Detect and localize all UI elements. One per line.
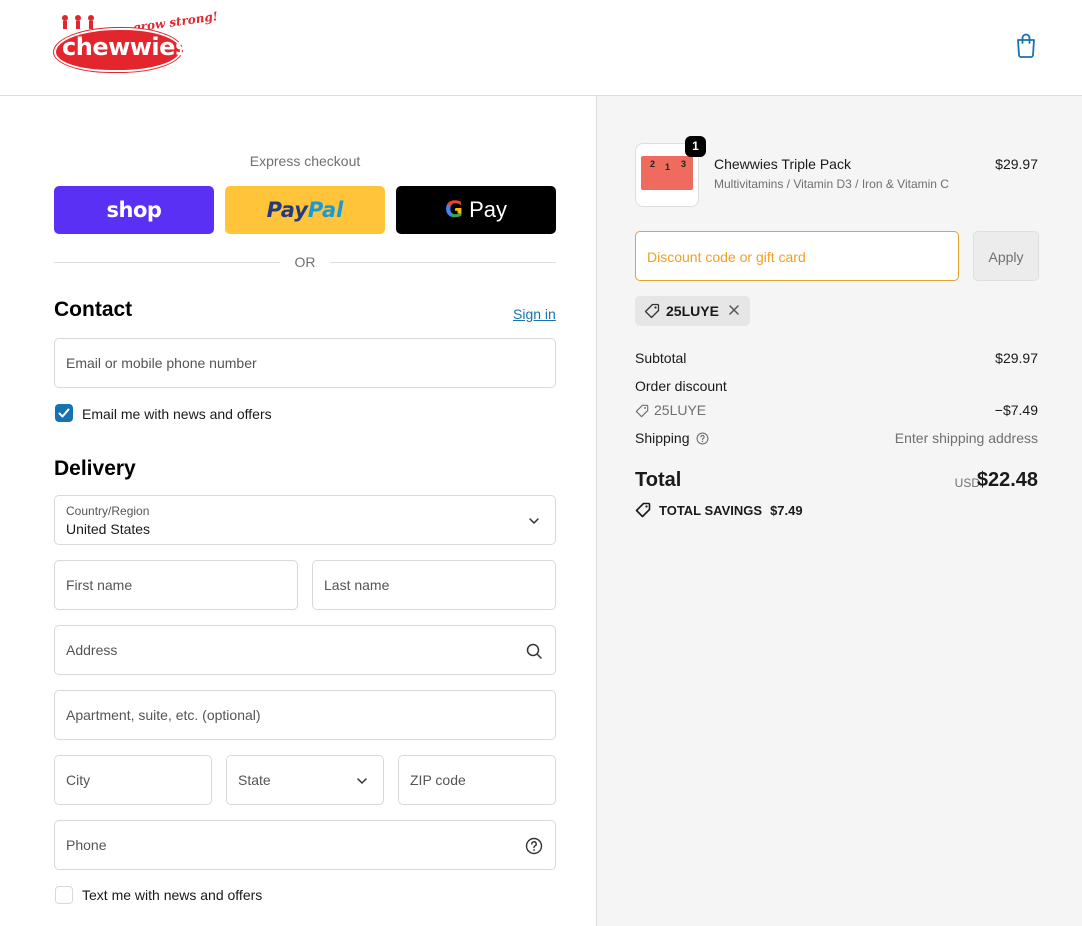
kids-figures-icon (62, 15, 94, 29)
google-g-icon: G (445, 197, 464, 223)
thumb-number-3: 3 (681, 159, 687, 169)
email-news-checkbox[interactable] (55, 404, 73, 422)
discount-value: −$7.49 (994, 402, 1038, 418)
logo-wordmark: chewwies (62, 33, 189, 61)
phone-placeholder: Phone (66, 837, 107, 853)
remove-discount-icon[interactable] (726, 302, 742, 318)
checkout-form: Express checkout shop Pay Pal G Pay OR Co… (0, 96, 596, 926)
applied-code: 25LUYE (666, 303, 719, 319)
help-icon[interactable] (696, 432, 709, 445)
zip-field[interactable]: ZIP code (398, 755, 556, 805)
shop-pay-button[interactable]: shop (54, 186, 214, 234)
product-variant: Multivitamins / Vitamin D3 / Iron & Vita… (714, 177, 949, 191)
email-news-label: Email me with news and offers (82, 406, 272, 422)
shipping-value: Enter shipping address (894, 430, 1038, 446)
checkmark-icon (58, 408, 70, 418)
total-value: $22.48 (976, 469, 1038, 491)
product-price: $29.97 (995, 156, 1038, 172)
tag-icon (644, 303, 660, 319)
state-placeholder: State (238, 772, 271, 788)
discount-placeholder: Discount code or gift card (647, 249, 806, 265)
shopping-bag-icon[interactable] (1014, 32, 1038, 58)
state-select[interactable]: State (226, 755, 384, 805)
country-select[interactable]: Country/Region United States (54, 495, 556, 545)
city-field[interactable]: City (54, 755, 212, 805)
product-name: Chewwies Triple Pack (714, 156, 851, 172)
apartment-placeholder: Apartment, suite, etc. (optional) (66, 707, 261, 723)
total-savings: TOTAL SAVINGS $7.49 (635, 502, 803, 518)
subtotal-value: $29.97 (995, 350, 1038, 366)
express-checkout-title: Express checkout (249, 153, 361, 169)
apply-discount-button[interactable]: Apply (973, 231, 1039, 281)
savings-value: $7.49 (770, 502, 803, 518)
first-name-placeholder: First name (66, 577, 133, 593)
address-field[interactable]: Address (54, 625, 556, 675)
apartment-field[interactable]: Apartment, suite, etc. (optional) (54, 690, 556, 740)
google-pay-label: Pay (469, 197, 507, 222)
divider-line-right (330, 262, 556, 263)
total-label: Total (635, 469, 682, 491)
country-value: United States (66, 521, 151, 537)
google-pay-button[interactable]: G Pay (396, 186, 556, 234)
discount-code-label: 25LUYE (654, 402, 707, 418)
paypal-label-pal: Pal (307, 198, 344, 222)
quantity-badge: 1 (685, 136, 706, 157)
subtotal-label: Subtotal (635, 350, 687, 366)
delivery-heading: Delivery (54, 457, 136, 480)
shop-pay-label: shop (106, 198, 162, 222)
sms-news-label: Text me with news and offers (82, 887, 263, 903)
paypal-button[interactable]: Pay Pal (225, 186, 385, 234)
paypal-label-pay: Pay (266, 198, 308, 222)
shipping-label: Shipping (635, 430, 690, 446)
header: grow strong! chewwies (0, 0, 1082, 96)
or-divider: OR (54, 253, 556, 271)
help-icon[interactable] (525, 837, 543, 855)
email-field[interactable]: Email or mobile phone number (54, 338, 556, 388)
chewwies-logo[interactable]: grow strong! chewwies (54, 9, 219, 74)
savings-label: TOTAL SAVINGS (659, 502, 763, 518)
discount-code-input[interactable]: Discount code or gift card (635, 231, 959, 281)
address-placeholder: Address (66, 642, 118, 658)
tag-icon (635, 404, 649, 418)
email-placeholder: Email or mobile phone number (66, 355, 257, 371)
order-summary: 2 1 3 1 Chewwies Triple Pack Multivitami… (596, 96, 1082, 926)
chevron-down-icon (529, 518, 539, 524)
sms-news-checkbox[interactable] (55, 886, 73, 904)
country-label: Country/Region (66, 504, 150, 518)
applied-discount-chip: 25LUYE (635, 296, 750, 326)
sign-in-link[interactable]: Sign in (513, 306, 556, 322)
contact-heading: Contact (54, 298, 133, 321)
first-name-field[interactable]: First name (54, 560, 298, 610)
savings-tag-icon (635, 502, 651, 518)
thumb-number-2: 2 (650, 159, 656, 169)
thumb-number-1: 1 (665, 162, 671, 172)
order-discount-label: Order discount (635, 378, 727, 394)
chevron-down-icon (357, 778, 367, 784)
phone-field[interactable]: Phone (54, 820, 556, 870)
zip-placeholder: ZIP code (410, 772, 466, 788)
last-name-field[interactable]: Last name (312, 560, 556, 610)
last-name-placeholder: Last name (324, 577, 390, 593)
city-placeholder: City (66, 772, 91, 788)
search-icon (526, 643, 542, 659)
